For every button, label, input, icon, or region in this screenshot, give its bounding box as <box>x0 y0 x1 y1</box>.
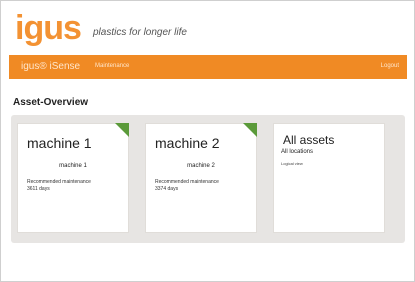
card-title: machine 2 <box>155 135 220 151</box>
card-title: machine 1 <box>27 135 92 151</box>
logout-link[interactable]: Logout <box>381 63 399 69</box>
card-machine-name: machine 2 <box>187 163 215 169</box>
card-title: All assets <box>283 133 335 147</box>
igus-logo[interactable]: igus <box>15 10 82 46</box>
asset-card-all-assets[interactable]: All assets All locations Logical view <box>273 123 385 233</box>
header: igus plastics for longer life <box>1 1 414 53</box>
asset-card-machine-2[interactable]: machine 2 machine 2 Recommended maintena… <box>145 123 257 233</box>
logical-view-label: Logical view <box>281 161 303 166</box>
card-machine-name: machine 1 <box>59 163 87 169</box>
nav-link-maintenance[interactable]: Maintenance <box>95 63 129 69</box>
tagline: plastics for longer life <box>93 27 187 38</box>
browser-frame: igus plastics for longer life igus® iSen… <box>0 0 415 282</box>
maintenance-label: Recommended maintenance <box>155 179 219 185</box>
top-navbar: igus® iSense Maintenance Logout <box>9 55 407 79</box>
asset-card-machine-1[interactable]: machine 1 machine 1 Recommended maintena… <box>17 123 129 233</box>
status-badge <box>115 123 129 137</box>
maintenance-days: 3611 days <box>27 186 50 192</box>
card-subtitle: All locations <box>281 149 314 155</box>
status-badge <box>243 123 257 137</box>
maintenance-days: 3374 days <box>155 186 179 192</box>
page-title: Asset-Overview <box>13 97 89 108</box>
maintenance-label: Recommended maintenance <box>27 179 91 185</box>
asset-panel: machine 1 machine 1 Recommended maintena… <box>11 115 405 243</box>
app-title[interactable]: igus® iSense <box>21 61 80 72</box>
